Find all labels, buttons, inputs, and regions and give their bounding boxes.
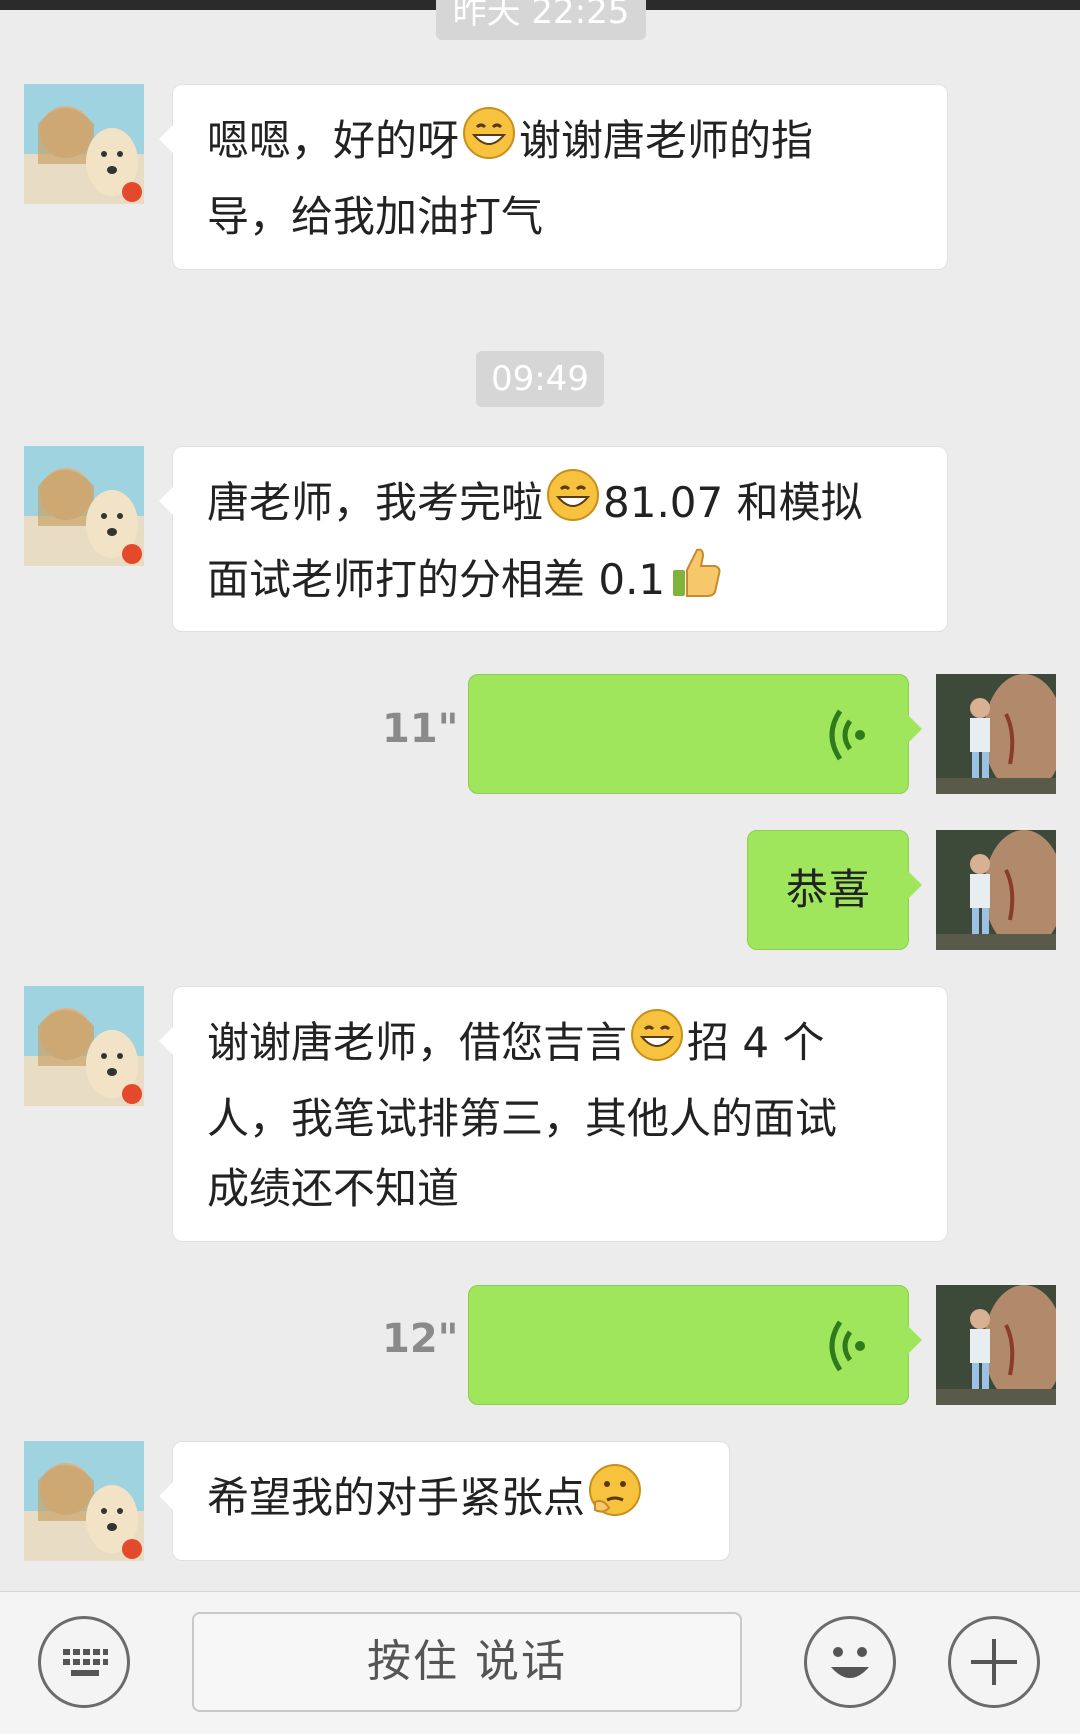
message-text: 导，给我加油打气 [207,192,544,241]
message-text: 成绩还不知道 [207,1164,460,1213]
voice-wave-icon [824,705,868,786]
contact-avatar[interactable] [24,84,144,204]
timestamp-yesterday: 昨天 22:25 [436,0,646,40]
message-text: 谢谢唐老师，借您吉言 [207,1018,628,1067]
contact-avatar[interactable] [24,446,144,566]
message-text: 希望我的对手紧张点 [207,1473,586,1522]
grin-emoji [461,105,517,182]
user-avatar[interactable] [936,674,1056,794]
thumbs-up-emoji [667,544,723,621]
message-bubble[interactable]: 希望我的对手紧张点 [159,1441,730,1561]
contact-avatar[interactable] [24,1441,144,1561]
voice-message-bubble[interactable] [468,1285,922,1405]
message-bubble[interactable]: 恭喜 [747,830,922,950]
user-avatar[interactable] [936,1285,1056,1405]
message-bubble[interactable]: 唐老师，我考完啦 81.07 和模拟 面试老师打的分相差 0.1 [159,446,948,632]
message-text: 谢谢唐老师的指 [519,116,814,165]
message-text: 唐老师，我考完啦 [207,478,544,527]
contact-avatar[interactable] [24,986,144,1106]
plus-icon [951,1619,1037,1709]
user-avatar[interactable] [936,830,1056,950]
message-bubble[interactable]: 嗯嗯，好的呀 谢谢唐老师的指 导，给我加油打气 [159,84,948,270]
grin-emoji [629,1007,685,1084]
message-text: 嗯嗯，好的呀 [207,116,460,165]
more-button[interactable] [948,1616,1040,1708]
keyboard-icon [61,1647,109,1683]
voice-message-bubble[interactable] [468,674,922,794]
hold-to-talk-button[interactable]: 按住 说话 [192,1612,742,1712]
grin-emoji [545,467,601,544]
emoji-button[interactable] [804,1616,896,1708]
keyboard-button[interactable] [38,1616,130,1708]
message-bubble[interactable]: 谢谢唐老师，借您吉言 招 4 个 人，我笔试排第三，其他人的面试 成绩还不知道 [159,986,948,1242]
message-text: 人，我笔试排第三，其他人的面试 [207,1094,838,1143]
voice-duration: 11" [382,706,459,752]
timestamp: 09:49 [476,351,604,407]
message-text: 81.07 和模拟 [603,478,863,527]
input-bar: 按住 说话 [0,1591,1080,1734]
voice-duration: 12" [382,1316,459,1362]
message-text: 面试老师打的分相差 0.1 [207,555,666,604]
thinking-emoji [587,1462,643,1539]
smiley-icon [807,1619,893,1709]
message-text: 恭喜 [785,865,870,914]
voice-wave-icon [824,1316,868,1397]
message-text: 招 4 个 [687,1018,825,1067]
